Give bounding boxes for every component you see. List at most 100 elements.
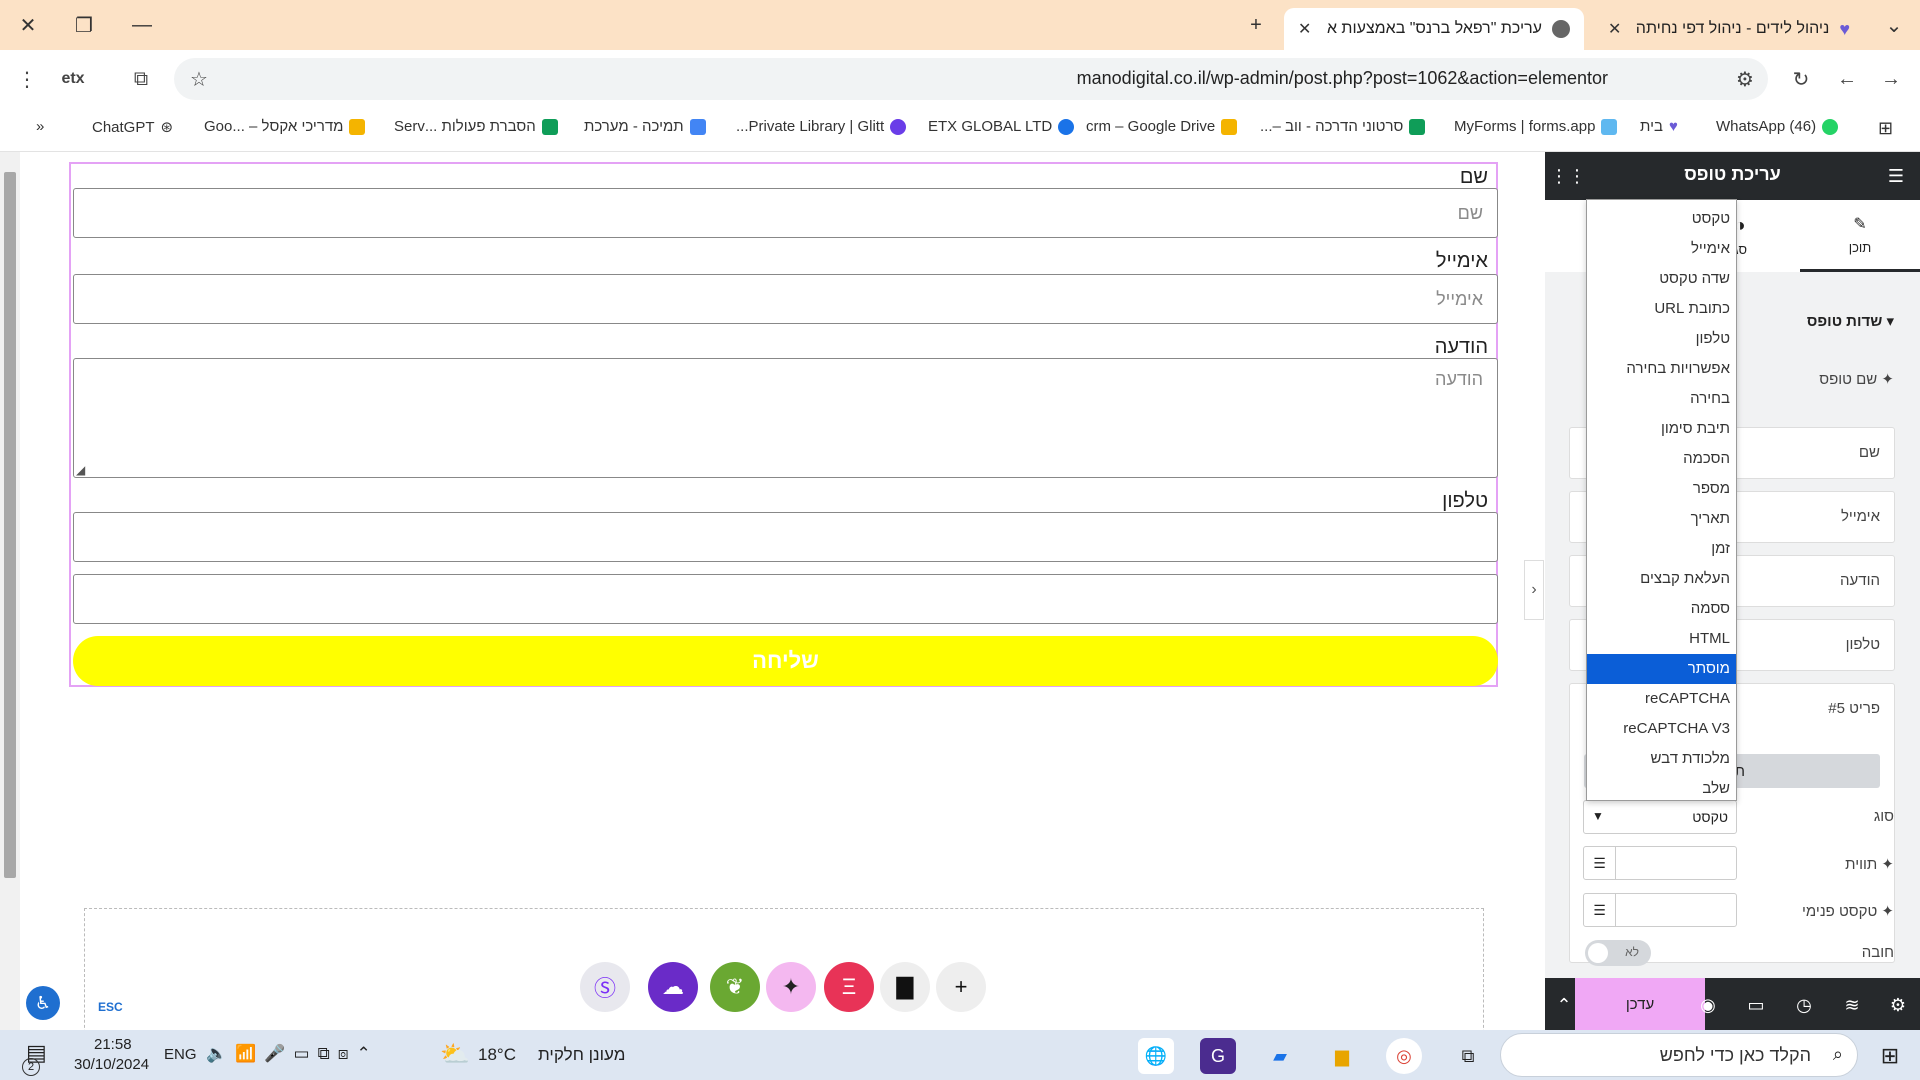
- dropdown-option[interactable]: העלאת קבצים: [1587, 564, 1736, 594]
- required-toggle[interactable]: לא: [1585, 940, 1651, 966]
- form-widget[interactable]: שם שם אימייל אימייל הודעה הודעה ◢ טלפון ש…: [69, 162, 1498, 687]
- tab-close-icon[interactable]: ✕: [1298, 19, 1311, 39]
- close-window-icon[interactable]: ✕: [10, 10, 46, 40]
- history-icon[interactable]: ◷: [1791, 992, 1817, 1018]
- resize-handle-icon[interactable]: ◢: [76, 463, 85, 477]
- clock-date[interactable]: 30/10/2024: [74, 1056, 149, 1073]
- menu-dots-icon[interactable]: ⋮: [12, 64, 42, 94]
- hamburger-menu-icon[interactable]: ☰: [1883, 163, 1909, 189]
- windows-start-icon[interactable]: ⊞: [1872, 1038, 1908, 1074]
- item-5-input[interactable]: [73, 574, 1498, 624]
- dropdown-option[interactable]: תיבת סימון: [1587, 414, 1736, 444]
- bookmarks-more-icon[interactable]: «: [36, 118, 44, 135]
- email-input[interactable]: אימייל: [73, 274, 1498, 324]
- address-bar[interactable]: ☆ manodigital.co.il/wp-admin/post.php?po…: [174, 58, 1768, 100]
- s-plugin-icon[interactable]: Ⓢ: [580, 962, 630, 1012]
- settings-gear-icon[interactable]: ⚙: [1885, 992, 1911, 1018]
- file-explorer-icon[interactable]: ▆: [1324, 1038, 1360, 1074]
- preview-eye-icon[interactable]: ◉: [1695, 992, 1721, 1018]
- apps-grid-icon[interactable]: ⊞: [1878, 118, 1893, 139]
- dropdown-option[interactable]: ססמה: [1587, 594, 1736, 624]
- bookmark-star-icon[interactable]: ☆: [184, 64, 214, 94]
- bookmark-item[interactable]: Private Library | Glitt...: [736, 118, 907, 135]
- extension-etx-icon[interactable]: etx: [58, 64, 88, 94]
- dynamic-tags-icon[interactable]: ☰: [1584, 894, 1616, 926]
- name-input[interactable]: שם: [73, 188, 1498, 238]
- dropdown-option[interactable]: אפשרויות בחירה: [1587, 354, 1736, 384]
- leaf-icon[interactable]: ❦: [710, 962, 760, 1012]
- weather-icon[interactable]: ⛅: [440, 1040, 470, 1069]
- tab-close-icon[interactable]: ✕: [1608, 19, 1621, 39]
- dropdown-option[interactable]: reCAPTCHA: [1587, 684, 1736, 714]
- glitter-app-icon[interactable]: G: [1200, 1038, 1236, 1074]
- collapse-panel-chevron-icon[interactable]: ›: [1524, 560, 1544, 620]
- back-arrow-icon[interactable]: ←: [1832, 64, 1862, 94]
- type-select[interactable]: טקסט ▼: [1583, 800, 1737, 834]
- task-view-icon[interactable]: ⧉: [1450, 1038, 1486, 1074]
- new-tab-icon[interactable]: +: [1238, 10, 1274, 40]
- language-indicator[interactable]: ENG: [164, 1046, 197, 1063]
- forward-arrow-icon[interactable]: →: [1876, 64, 1906, 94]
- navigator-layers-icon[interactable]: ≋: [1839, 992, 1865, 1018]
- clock-time[interactable]: 21:58: [94, 1036, 132, 1053]
- dropdown-option[interactable]: זמן: [1587, 534, 1736, 564]
- chevron-up-icon[interactable]: ⌃: [1551, 992, 1577, 1018]
- message-textarea[interactable]: הודעה ◢: [73, 358, 1498, 478]
- bookmark-item[interactable]: MyForms | forms.app: [1454, 118, 1618, 135]
- browser-tab[interactable]: ♥ ניהול לידים - ניהול דפי נחיתה ✕: [1594, 8, 1864, 50]
- dropdown-option[interactable]: טלפון: [1587, 324, 1736, 354]
- site-settings-icon[interactable]: ⚙: [1730, 64, 1760, 94]
- dropdown-option[interactable]: שדה טקסט: [1587, 264, 1736, 294]
- dropdown-option[interactable]: מלכודת דבש: [1587, 744, 1736, 774]
- bookmark-item[interactable]: ♥ בית: [1640, 118, 1678, 135]
- preview-scrollbar-thumb[interactable]: [4, 172, 16, 878]
- dropdown-option[interactable]: טקסט: [1587, 204, 1736, 234]
- bookmark-item[interactable]: סרטוני הדרכה - ווב –...: [1260, 118, 1426, 135]
- dropdown-option[interactable]: מוסתר: [1587, 654, 1736, 684]
- phone-input[interactable]: [73, 512, 1498, 562]
- tab-content[interactable]: ✎ תוכן: [1800, 200, 1920, 272]
- notepad-app-icon[interactable]: ▰: [1262, 1038, 1298, 1074]
- accessibility-icon[interactable]: ♿: [26, 986, 60, 1020]
- label-input[interactable]: ☰: [1583, 846, 1737, 880]
- bookmark-item[interactable]: (46) WhatsApp: [1716, 118, 1839, 135]
- bot-icon[interactable]: ☁: [648, 962, 698, 1012]
- bookmark-item[interactable]: crm – Google Drive: [1086, 118, 1238, 135]
- placeholder-input[interactable]: ☰: [1583, 893, 1737, 927]
- extensions-puzzle-icon[interactable]: ⧉: [126, 64, 156, 94]
- responsive-icon[interactable]: ▭: [1743, 992, 1769, 1018]
- dropdown-option[interactable]: תאריך: [1587, 504, 1736, 534]
- esc-label[interactable]: ESC: [98, 1000, 123, 1014]
- chrome-icon[interactable]: ◎: [1386, 1038, 1422, 1074]
- etx-app-icon[interactable]: 🌐: [1138, 1038, 1174, 1074]
- system-tray-icons[interactable]: 🔈📶🎤▭⧉⧇⌃: [206, 1044, 379, 1064]
- elementskit-icon[interactable]: Ξ: [824, 962, 874, 1012]
- submit-button[interactable]: שליחה: [73, 636, 1498, 686]
- dropdown-option[interactable]: אימייל: [1587, 234, 1736, 264]
- dropdown-option[interactable]: reCAPTCHA V3: [1587, 714, 1736, 744]
- section-toggle-form-fields[interactable]: ▾ שדות טופס: [1807, 312, 1894, 330]
- dropdown-option[interactable]: הסכמה: [1587, 444, 1736, 474]
- dropdown-option[interactable]: HTML: [1587, 624, 1736, 654]
- taskbar-search-box[interactable]: ⌕ הקלד כאן כדי לחפש: [1500, 1033, 1858, 1077]
- update-button[interactable]: עדכן: [1575, 978, 1705, 1030]
- dropdown-option[interactable]: שלב: [1587, 774, 1736, 804]
- minimize-window-icon[interactable]: —: [124, 10, 160, 40]
- bookmark-item[interactable]: מדריכי אקסל – ...Goo: [204, 118, 366, 135]
- ai-sparkle-icon[interactable]: ✦: [766, 962, 816, 1012]
- dropdown-option[interactable]: כתובת URL: [1587, 294, 1736, 324]
- tab-search-chevron-icon[interactable]: ⌄: [1876, 10, 1912, 40]
- template-folder-icon[interactable]: ▇: [880, 962, 930, 1012]
- bookmark-item[interactable]: תמיכה - מערכת: [584, 118, 706, 135]
- dropdown-option[interactable]: מספר: [1587, 474, 1736, 504]
- add-section-plus-icon[interactable]: +: [936, 962, 986, 1012]
- bookmark-item[interactable]: ETX GLOBAL LTD: [928, 118, 1075, 135]
- browser-tab-active[interactable]: עריכת "רפאל ברנס" באמצעות א ✕: [1284, 8, 1584, 50]
- dynamic-tags-icon[interactable]: ☰: [1584, 847, 1616, 879]
- reload-icon[interactable]: ↻: [1786, 64, 1816, 94]
- dropdown-option[interactable]: בחירה: [1587, 384, 1736, 414]
- bookmark-item[interactable]: הסברת פעולות ...Serv: [394, 118, 558, 135]
- restore-window-icon[interactable]: ❐: [66, 10, 102, 40]
- bookmark-item[interactable]: ⊛ ChatGPT: [92, 118, 173, 137]
- field-type-dropdown[interactable]: טקסט אימייל שדה טקסט כתובת URL טלפון אפשרויות…: [1586, 199, 1737, 801]
